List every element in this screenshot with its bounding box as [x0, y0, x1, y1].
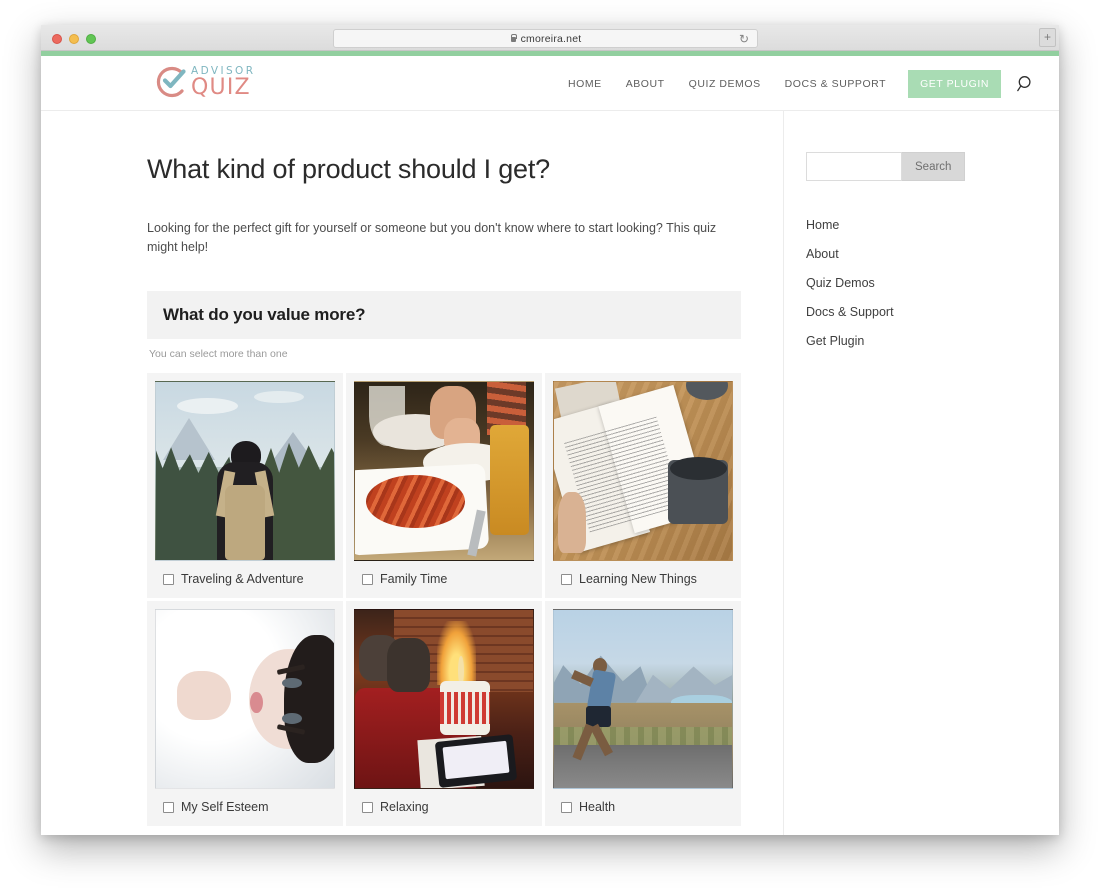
answer-grid-1: Traveling & Adventure Family Time Learni…: [147, 373, 741, 826]
sidebar-item-get-plugin[interactable]: Get Plugin: [806, 327, 1059, 356]
answer-checkbox[interactable]: [163, 573, 174, 585]
answer-label-row[interactable]: Relaxing: [354, 789, 534, 826]
sidebar-item-about[interactable]: About: [806, 240, 1059, 269]
lock-icon: [510, 34, 517, 43]
sidebar-item-quiz-demos[interactable]: Quiz Demos: [806, 269, 1059, 298]
answer-card[interactable]: Health: [545, 601, 741, 826]
sidebar-item-docs-support[interactable]: Docs & Support: [806, 298, 1059, 327]
browser-window: cmoreira.net ↻ + ADVISOR QUIZ HOME ABOUT: [41, 25, 1059, 835]
reload-icon[interactable]: ↻: [739, 33, 749, 45]
sidebar-links: Home About Quiz Demos Docs & Support Get…: [806, 211, 1059, 356]
browser-titlebar: cmoreira.net ↻ +: [41, 25, 1059, 51]
answer-text: Family Time: [380, 572, 448, 586]
sidebar: Search Home About Quiz Demos Docs & Supp…: [784, 111, 1059, 835]
get-plugin-button[interactable]: GET PLUGIN: [908, 69, 1001, 98]
answer-card[interactable]: Traveling & Adventure: [147, 373, 343, 598]
answer-image-traveling-adventure: [155, 381, 335, 561]
answer-image-health: [553, 609, 733, 789]
answer-text: Traveling & Adventure: [181, 572, 304, 586]
nav-item-docs-support[interactable]: DOCS & SUPPORT: [773, 78, 898, 90]
answer-label-row[interactable]: Traveling & Adventure: [155, 561, 335, 598]
answer-checkbox[interactable]: [163, 801, 174, 813]
new-tab-button[interactable]: +: [1039, 28, 1056, 47]
window-controls: [52, 34, 96, 44]
web-page: ADVISOR QUIZ HOME ABOUT QUIZ DEMOS DOCS …: [41, 56, 1059, 835]
main-navigation: HOME ABOUT QUIZ DEMOS DOCS & SUPPORT GET…: [556, 56, 1041, 111]
site-logo[interactable]: ADVISOR QUIZ: [152, 60, 253, 102]
answer-checkbox[interactable]: [362, 573, 373, 585]
close-window-button[interactable]: [52, 34, 62, 44]
answer-image-relaxing: [354, 609, 534, 789]
search-button[interactable]: Search: [902, 152, 966, 181]
question-hint-1: You can select more than one: [149, 348, 288, 360]
advisor-quiz-check-logo-icon: [156, 66, 186, 98]
site-header: ADVISOR QUIZ HOME ABOUT QUIZ DEMOS DOCS …: [41, 56, 1059, 111]
answer-image-learning-new-things: [553, 381, 733, 561]
answer-image-family-time: [354, 381, 534, 561]
address-bar[interactable]: cmoreira.net ↻: [333, 29, 758, 48]
content-wrapper: What kind of product should I get? Looki…: [41, 111, 1059, 835]
answer-card[interactable]: Relaxing: [346, 601, 542, 826]
answer-checkbox[interactable]: [362, 801, 373, 813]
nav-item-about[interactable]: ABOUT: [614, 78, 677, 90]
answer-label-row[interactable]: Learning New Things: [553, 561, 733, 598]
nav-item-home[interactable]: HOME: [556, 78, 614, 90]
nav-item-quiz-demos[interactable]: QUIZ DEMOS: [677, 78, 773, 90]
logo-quiz-text: QUIZ: [191, 75, 251, 100]
answer-text: Health: [579, 800, 616, 814]
answer-label-row[interactable]: My Self Esteem: [155, 789, 335, 826]
intro-paragraph: Looking for the perfect gift for yoursel…: [147, 221, 717, 254]
answer-label-row[interactable]: Family Time: [354, 561, 534, 598]
sidebar-item-home[interactable]: Home: [806, 211, 1059, 240]
zoom-window-button[interactable]: [86, 34, 96, 44]
answer-card[interactable]: Learning New Things: [545, 373, 741, 598]
answer-text: My Self Esteem: [181, 800, 269, 814]
question-header-1: What do you value more?: [147, 291, 741, 339]
answer-card[interactable]: Family Time: [346, 373, 542, 598]
search-icon[interactable]: [1017, 75, 1035, 93]
search-input[interactable]: [806, 152, 902, 181]
answer-label-row[interactable]: Health: [553, 789, 733, 826]
answer-text: Learning New Things: [579, 572, 697, 586]
answer-checkbox[interactable]: [561, 573, 572, 585]
answer-text: Relaxing: [380, 800, 429, 814]
question-title-1: What do you value more?: [163, 305, 366, 324]
page-title: What kind of product should I get?: [147, 154, 550, 184]
address-bar-url: cmoreira.net: [520, 32, 582, 45]
sidebar-search: Search: [806, 152, 1059, 181]
answer-card[interactable]: My Self Esteem: [147, 601, 343, 826]
answer-image-my-self-esteem: [155, 609, 335, 789]
answer-checkbox[interactable]: [561, 801, 572, 813]
minimize-window-button[interactable]: [69, 34, 79, 44]
main-column: What kind of product should I get? Looki…: [41, 111, 784, 835]
